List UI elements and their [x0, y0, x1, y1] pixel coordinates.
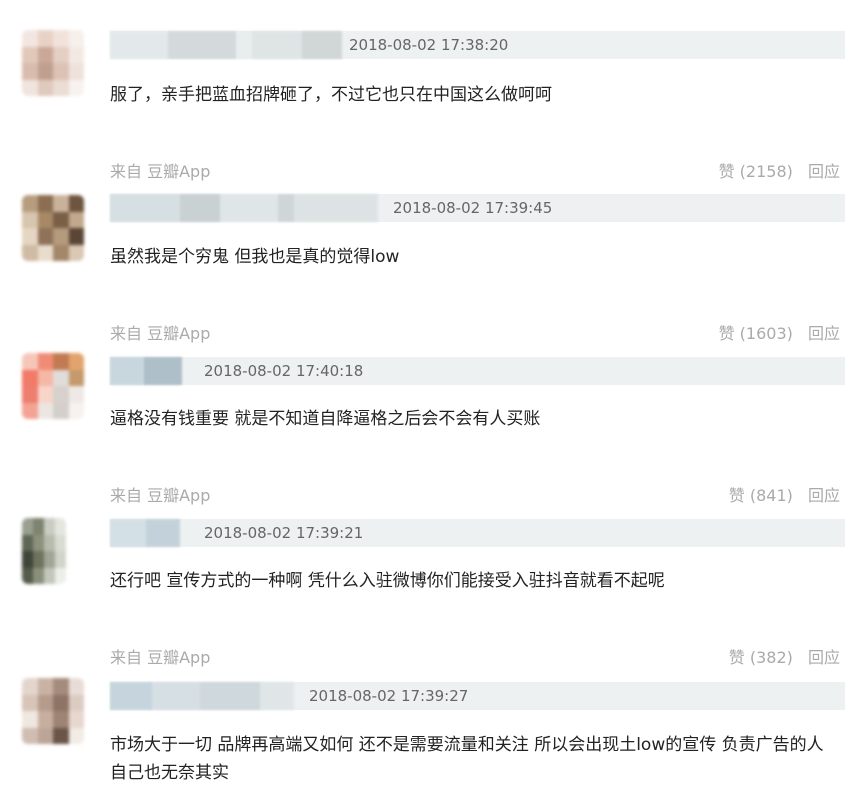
avatar[interactable]: [22, 353, 84, 419]
username-redacted[interactable]: [110, 682, 294, 710]
comment-text: 虽然我是个穷鬼 但我也是真的觉得low: [110, 247, 400, 267]
comment-footer: 来自 豆瓣App 赞 (382) 回应: [110, 644, 840, 668]
reply-button[interactable]: 回应: [808, 486, 840, 505]
reply-button[interactable]: 回应: [808, 324, 840, 343]
timestamp: 2018-08-02 17:39:45: [393, 199, 553, 217]
like-button[interactable]: 赞 (841): [729, 486, 793, 505]
comment-text: 服了，亲手把蓝血招牌砸了，不过它也只在中国这么做呵呵: [110, 85, 552, 105]
comment-header: 2018-08-02 17:39:45: [110, 194, 845, 222]
comment-footer: 来自 豆瓣App 赞 (2158) 回应: [110, 158, 840, 182]
source-label: 来自 豆瓣App: [110, 162, 211, 181]
avatar[interactable]: [22, 678, 84, 744]
comment-header: 2018-08-02 17:39:21: [110, 519, 845, 547]
comment-header: 2018-08-02 17:38:20: [110, 31, 845, 59]
source-label: 来自 豆瓣App: [110, 648, 211, 667]
comment-text: 市场大于一切 品牌再高端又如何 还不是需要流量和关注 所以会出现土low的宣传 …: [110, 735, 824, 783]
timestamp: 2018-08-02 17:38:20: [349, 36, 509, 54]
comment-footer: 来自 豆瓣App 赞 (841) 回应: [110, 482, 840, 506]
avatar[interactable]: [22, 195, 84, 261]
comment-footer: 来自 豆瓣App 赞 (1603) 回应: [110, 320, 840, 344]
comment-text: 逼格没有钱重要 就是不知道自降逼格之后会不会有人买账: [110, 409, 541, 429]
comment-header: 2018-08-02 17:39:27: [110, 682, 845, 710]
username-redacted[interactable]: [110, 519, 180, 547]
username-redacted[interactable]: [110, 31, 342, 59]
timestamp: 2018-08-02 17:40:18: [204, 362, 364, 380]
timestamp: 2018-08-02 17:39:27: [309, 687, 469, 705]
reply-button[interactable]: 回应: [808, 648, 840, 667]
timestamp: 2018-08-02 17:39:21: [204, 524, 364, 542]
comment-text: 还行吧 宣传方式的一种啊 凭什么入驻微博你们能接受入驻抖音就看不起呢: [110, 571, 665, 591]
avatar[interactable]: [22, 518, 66, 584]
username-redacted[interactable]: [110, 194, 378, 222]
comment-header: 2018-08-02 17:40:18: [110, 357, 845, 385]
like-button[interactable]: 赞 (382): [729, 648, 793, 667]
source-label: 来自 豆瓣App: [110, 486, 211, 505]
like-button[interactable]: 赞 (2158): [719, 162, 793, 181]
username-redacted[interactable]: [110, 357, 182, 385]
reply-button[interactable]: 回应: [808, 162, 840, 181]
like-button[interactable]: 赞 (1603): [719, 324, 793, 343]
source-label: 来自 豆瓣App: [110, 324, 211, 343]
avatar[interactable]: [22, 30, 84, 96]
